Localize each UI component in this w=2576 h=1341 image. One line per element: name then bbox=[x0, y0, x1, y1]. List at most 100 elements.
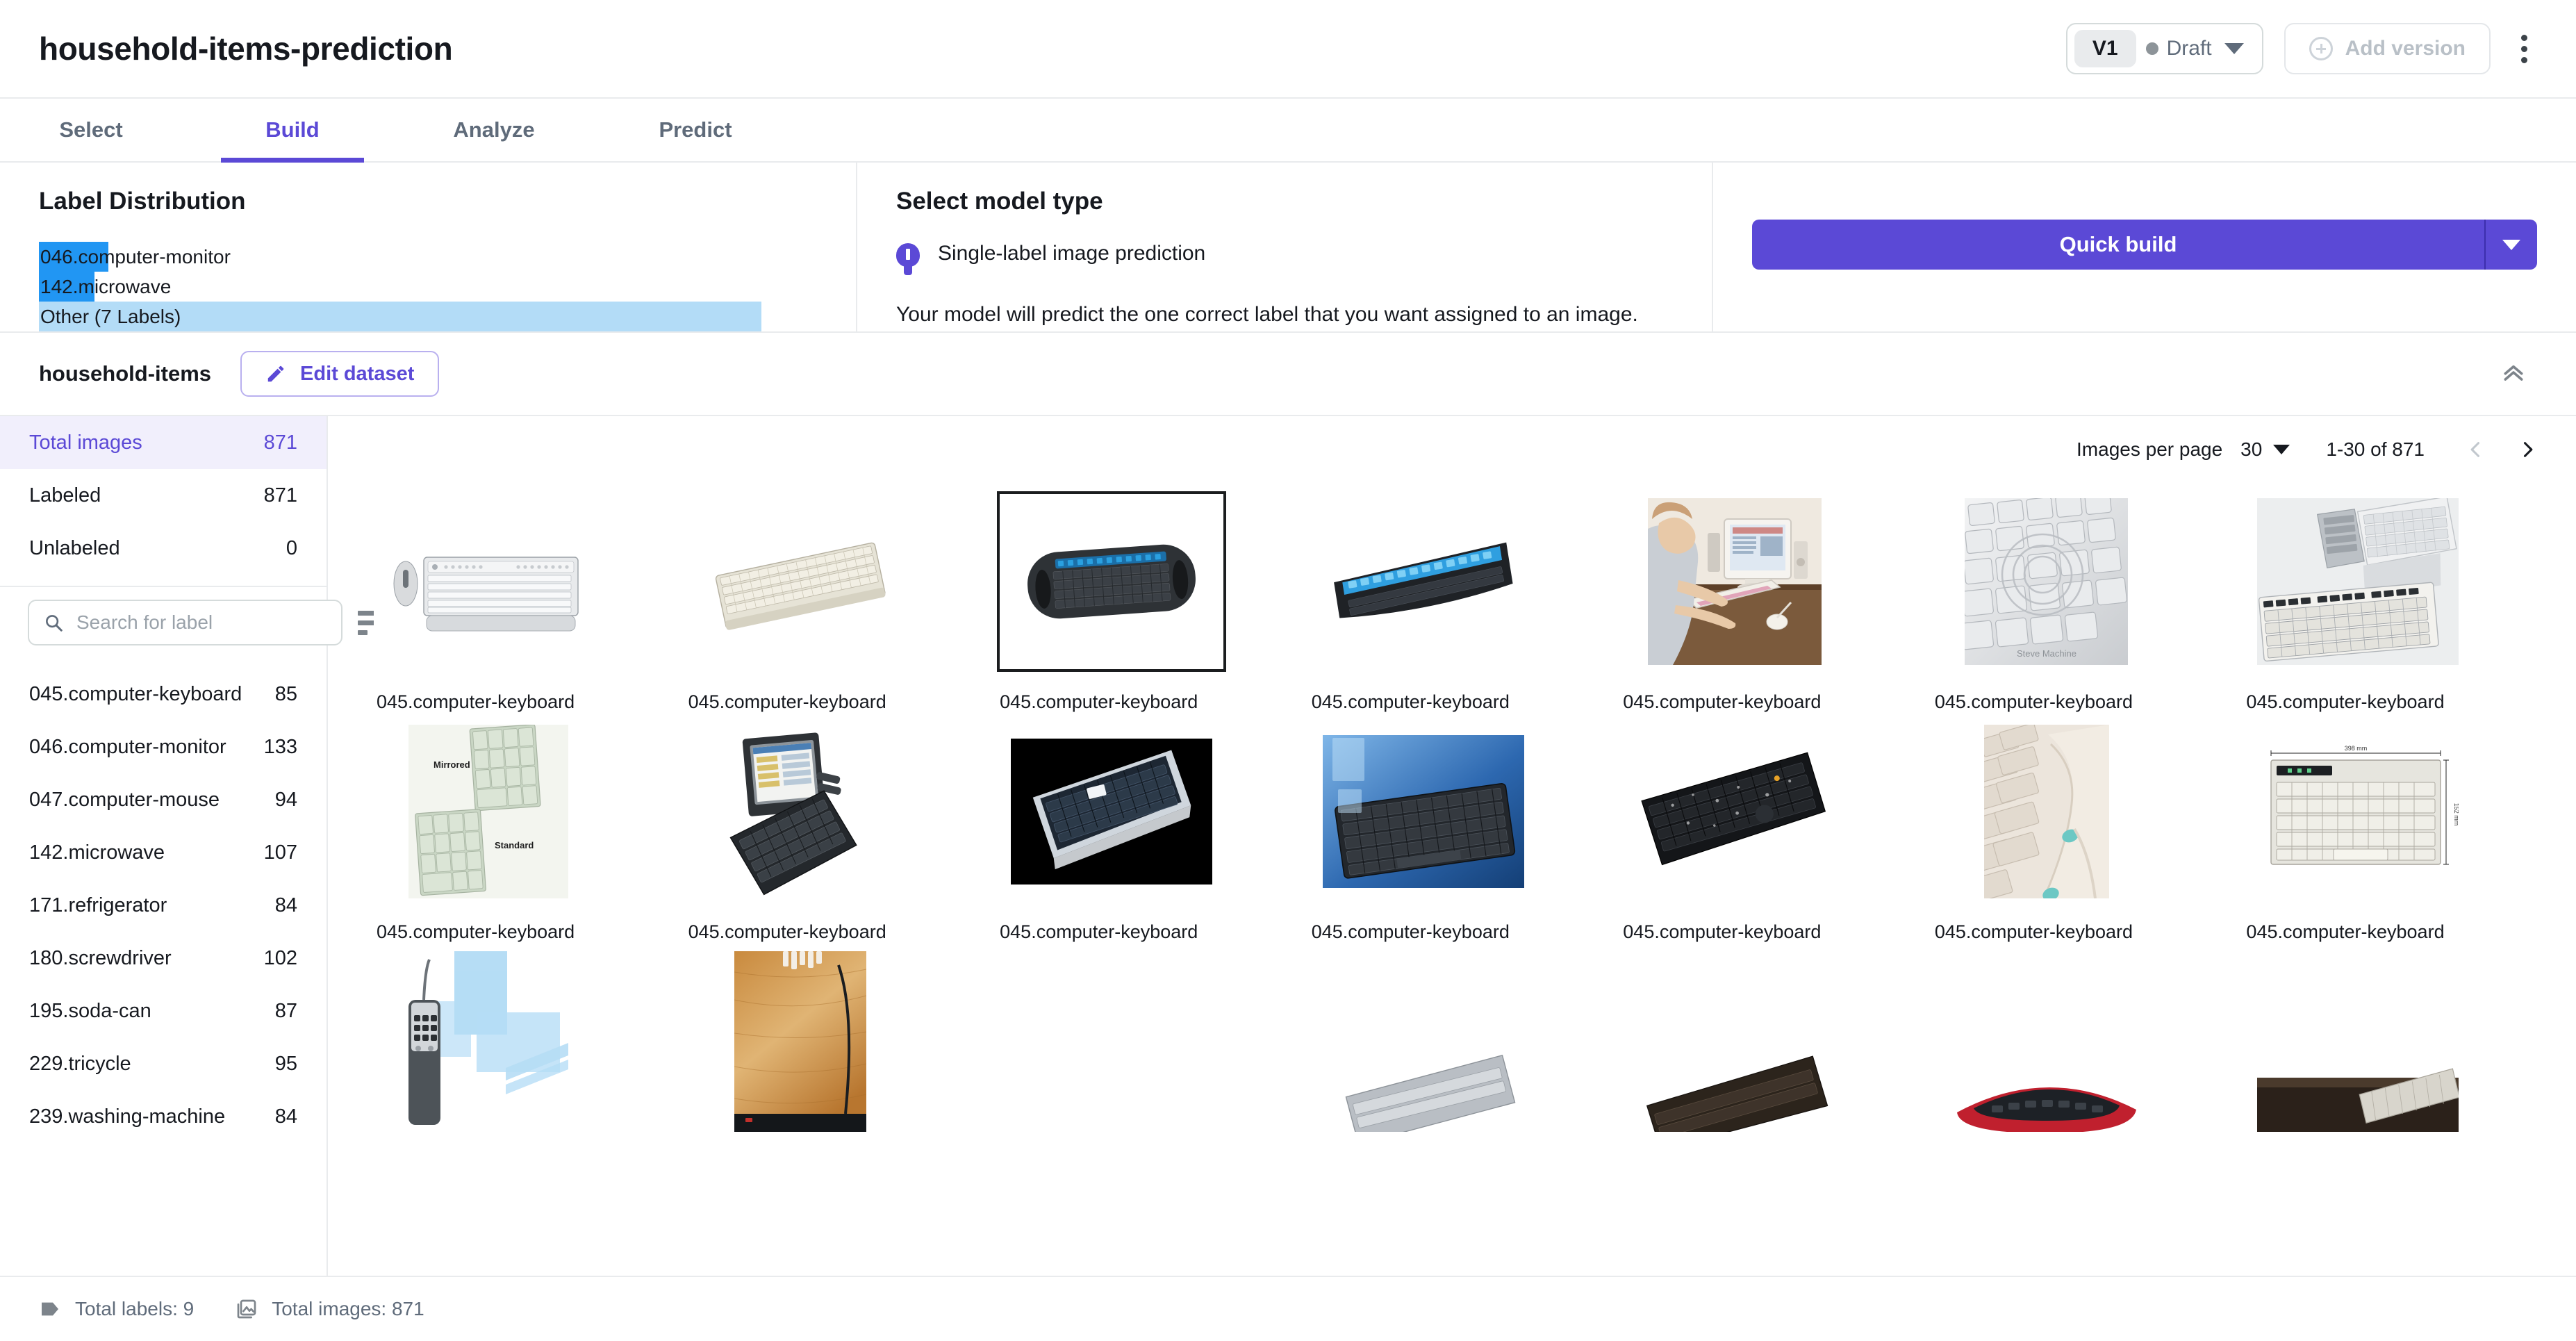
thumbnail[interactable]: 398 mm 152 mm bbox=[2243, 721, 2473, 902]
stat-total-images[interactable]: Total images 871 bbox=[0, 416, 327, 469]
footer-total-labels: Total labels: 9 bbox=[39, 1298, 194, 1320]
thumbnail[interactable] bbox=[1308, 721, 1538, 902]
distribution-bar-label: 142.microwave bbox=[40, 276, 172, 297]
tab-build[interactable]: Build bbox=[221, 99, 364, 163]
chevron-right-icon[interactable] bbox=[2518, 440, 2537, 459]
thumbnail[interactable] bbox=[997, 951, 1227, 1132]
model-type-option[interactable]: Single-label image prediction bbox=[896, 242, 1673, 275]
thumbnail[interactable]: Steve Machine bbox=[1931, 491, 2161, 672]
image-card[interactable] bbox=[367, 943, 679, 1151]
image-card[interactable]: 045.computer-keyboard bbox=[1302, 713, 1614, 943]
thumbnail[interactable] bbox=[2243, 951, 2473, 1132]
tab-bar: Select Build Analyze Predict bbox=[0, 97, 2576, 163]
list-item[interactable]: 046.computer-monitor 133 bbox=[0, 721, 327, 773]
thumbnail[interactable] bbox=[1308, 491, 1538, 672]
thumbnail[interactable] bbox=[1308, 951, 1538, 1132]
thumbnail[interactable] bbox=[1931, 721, 2161, 902]
list-item[interactable]: 195.soda-can 87 bbox=[0, 985, 327, 1037]
search-input[interactable] bbox=[76, 611, 327, 634]
double-chevron-up-icon bbox=[2504, 365, 2523, 381]
quick-build-group: Quick build bbox=[1752, 220, 2537, 270]
thumbnail[interactable] bbox=[685, 721, 915, 902]
label-distribution-panel: Label Distribution 046.computer-monitor … bbox=[0, 163, 856, 331]
image-card[interactable]: Mirrored Standard 045.computer-keyboard bbox=[367, 713, 679, 943]
image-card[interactable]: 398 mm 152 mm 045.computer-keyboard bbox=[2236, 713, 2548, 943]
thumbnail[interactable] bbox=[2243, 491, 2473, 672]
image-card[interactable]: 045.computer-keyboard bbox=[367, 483, 679, 713]
label-name: 180.screwdriver bbox=[29, 946, 172, 969]
label-count: 84 bbox=[274, 1105, 297, 1128]
pagination-controls bbox=[2466, 440, 2537, 459]
image-card[interactable] bbox=[679, 943, 991, 1151]
list-item[interactable]: 229.tricycle 95 bbox=[0, 1037, 327, 1090]
images-per-page-select[interactable]: 30 bbox=[2240, 438, 2290, 461]
image-caption: 045.computer-keyboard bbox=[377, 921, 575, 942]
person-at-computer-image bbox=[1648, 498, 1822, 665]
label-distribution-title: Label Distribution bbox=[39, 188, 246, 215]
label-count: 85 bbox=[274, 682, 297, 705]
list-item[interactable]: 047.computer-mouse 94 bbox=[0, 773, 327, 826]
image-card[interactable]: 045.computer-keyboard bbox=[990, 713, 1302, 943]
thumbnail-selected[interactable] bbox=[997, 491, 1227, 672]
thumbnail[interactable] bbox=[1620, 491, 1850, 672]
stat-value: 871 bbox=[263, 431, 297, 454]
svg-text:152 mm: 152 mm bbox=[2453, 803, 2459, 826]
thumbnail[interactable] bbox=[1620, 951, 1850, 1132]
list-item[interactable]: 045.computer-keyboard 85 bbox=[0, 668, 327, 721]
list-item[interactable]: 239.washing-machine 84 bbox=[0, 1090, 327, 1143]
distribution-bar-row[interactable]: 142.microwave bbox=[39, 272, 817, 302]
top-bar: household-items-prediction V1 Draft Add … bbox=[0, 0, 2576, 97]
image-card[interactable] bbox=[2236, 943, 2548, 1151]
image-card[interactable]: 045.computer-keyboard bbox=[1613, 483, 1925, 713]
image-grid-area: Images per page 30 1-30 of 871 045.compu… bbox=[328, 416, 2576, 1276]
image-card[interactable] bbox=[990, 943, 1302, 1151]
image-card[interactable] bbox=[1613, 943, 1925, 1151]
quick-build-dropdown-button[interactable] bbox=[2484, 220, 2537, 270]
version-status: Draft bbox=[2142, 37, 2216, 60]
search-box[interactable] bbox=[28, 600, 342, 645]
distribution-bar-row[interactable]: 046.computer-monitor bbox=[39, 242, 817, 272]
footer-total-images: Total images: 871 bbox=[236, 1298, 424, 1320]
image-card[interactable]: 045.computer-keyboard bbox=[1925, 713, 2237, 943]
edit-dataset-button[interactable]: Edit dataset bbox=[240, 351, 440, 397]
keyboard-white-closeup-image bbox=[1983, 725, 2109, 898]
tab-predict[interactable]: Predict bbox=[643, 99, 748, 161]
quick-build-button[interactable]: Quick build bbox=[1752, 220, 2484, 270]
image-card[interactable]: Steve Machine 045.computer-keyboard bbox=[1925, 483, 2237, 713]
image-card[interactable]: 045.computer-keyboard bbox=[679, 483, 991, 713]
thumbnail[interactable] bbox=[1620, 721, 1850, 902]
chevron-left-icon[interactable] bbox=[2466, 440, 2486, 459]
list-item[interactable]: 180.screwdriver 102 bbox=[0, 932, 327, 985]
image-card[interactable]: 045.computer-keyboard bbox=[1302, 483, 1614, 713]
chevron-down-icon[interactable] bbox=[2224, 43, 2244, 54]
thumbnail[interactable] bbox=[997, 721, 1227, 902]
thumbnail[interactable] bbox=[1931, 951, 2161, 1132]
tab-select[interactable]: Select bbox=[39, 99, 143, 161]
list-item[interactable]: 142.microwave 107 bbox=[0, 826, 327, 879]
caret-down-icon bbox=[2502, 239, 2520, 250]
image-card[interactable]: 045.computer-keyboard bbox=[2236, 483, 2548, 713]
thumbnail[interactable]: Mirrored Standard bbox=[374, 721, 603, 902]
tab-analyze[interactable]: Analyze bbox=[442, 99, 546, 161]
thumbnail[interactable] bbox=[374, 491, 603, 672]
thumbnail[interactable] bbox=[685, 951, 915, 1132]
image-caption: 045.computer-keyboard bbox=[1000, 691, 1198, 712]
add-version-button[interactable]: Add version bbox=[2284, 23, 2491, 74]
collapse-panel-button[interactable] bbox=[2490, 352, 2537, 397]
thumbnail[interactable] bbox=[374, 951, 603, 1132]
image-card[interactable] bbox=[1925, 943, 2237, 1151]
thumbnail[interactable] bbox=[685, 491, 915, 672]
image-card[interactable]: 045.computer-keyboard bbox=[679, 713, 991, 943]
image-card[interactable]: 045.computer-keyboard bbox=[990, 483, 1302, 713]
image-card[interactable] bbox=[1302, 943, 1614, 1151]
version-selector[interactable]: V1 Draft bbox=[2065, 23, 2263, 74]
stat-unlabeled[interactable]: Unlabeled 0 bbox=[0, 522, 327, 575]
kebab-menu-icon[interactable] bbox=[2511, 28, 2537, 70]
image-caption: 045.computer-keyboard bbox=[1934, 691, 2133, 712]
distribution-bar-row[interactable]: Other (7 Labels) bbox=[39, 302, 817, 331]
list-item[interactable]: 171.refrigerator 84 bbox=[0, 879, 327, 932]
stat-labeled[interactable]: Labeled 871 bbox=[0, 469, 327, 522]
model-type-selected: Single-label image prediction bbox=[938, 242, 1206, 265]
label-count: 84 bbox=[274, 894, 297, 916]
image-card[interactable]: 045.computer-keyboard bbox=[1613, 713, 1925, 943]
